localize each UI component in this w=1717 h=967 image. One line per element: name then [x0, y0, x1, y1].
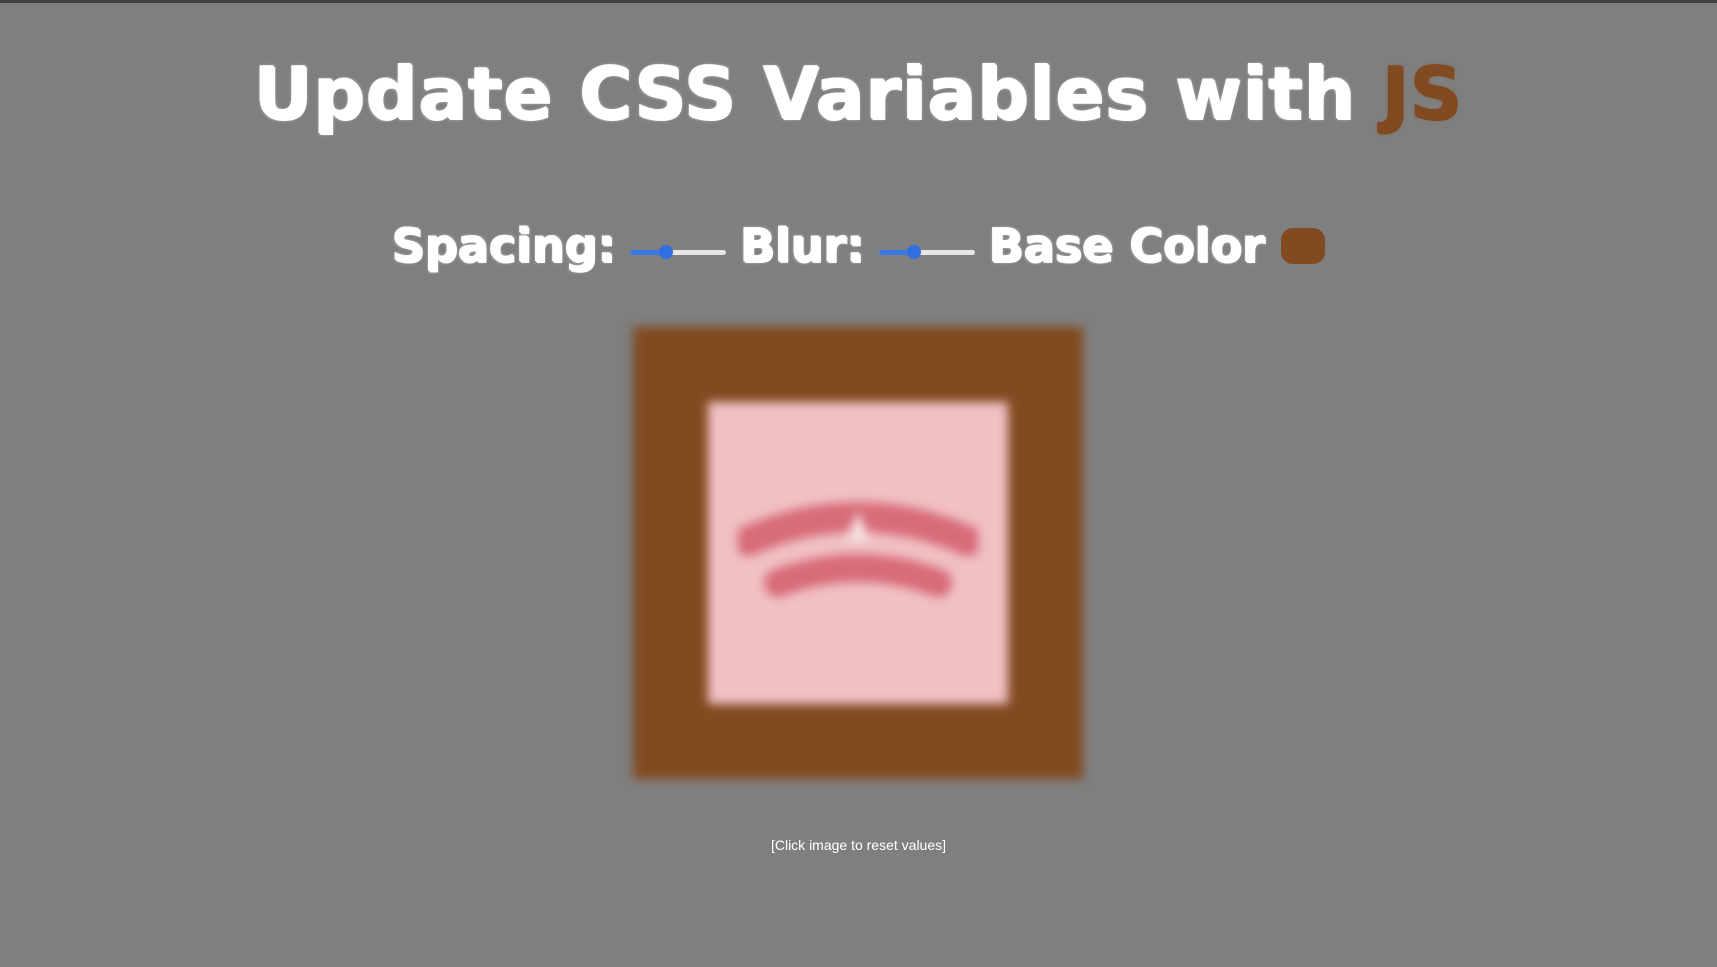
base-color-picker[interactable]: [1281, 228, 1325, 264]
spacing-slider-thumb[interactable]: [658, 245, 673, 259]
page-title: Update CSS Variables with JS: [0, 58, 1717, 130]
image-frame[interactable]: [633, 327, 1083, 779]
controls-bar: Spacing: Blur: Base Color: [0, 223, 1717, 269]
blur-slider[interactable]: [878, 242, 975, 262]
logo-arc-bottom: [764, 554, 952, 597]
image-inner: [708, 402, 1008, 704]
page-title-accent: JS: [1382, 52, 1463, 136]
blur-label: Blur:: [740, 219, 865, 273]
blur-slider-thumb[interactable]: [907, 245, 922, 259]
blurred-badge-logo-icon: [738, 502, 978, 597]
spacing-slider[interactable]: [630, 242, 727, 262]
base-color-label: Base Color: [988, 219, 1265, 273]
spacing-label: Spacing:: [391, 219, 617, 273]
reset-caption: [Click image to reset values]: [770, 837, 947, 853]
page-title-main: Update CSS Variables with: [254, 52, 1357, 136]
